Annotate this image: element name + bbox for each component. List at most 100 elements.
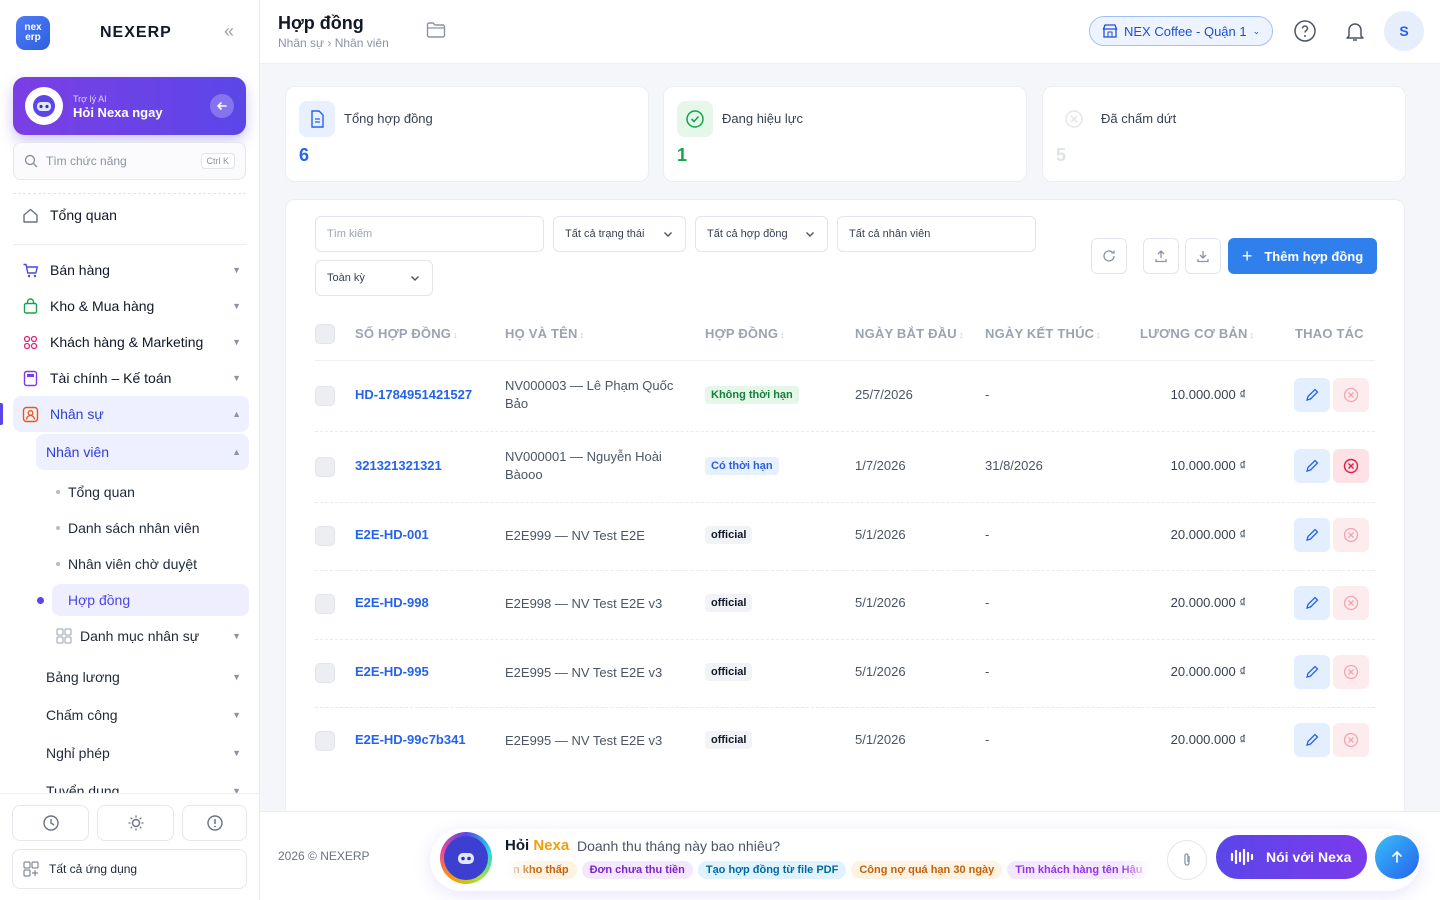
- base-salary: 20.000.000 ₫: [1170, 595, 1246, 610]
- nav-leave[interactable]: Nghỉ phép ▼: [36, 735, 249, 771]
- table-row[interactable]: 321321321321 NV000001 — Nguyễn Hoài Bàoo…: [286, 431, 1404, 502]
- pencil-icon: [1306, 733, 1319, 746]
- nav-leaf-overview[interactable]: Tổng quan: [52, 476, 249, 508]
- contract-number-link[interactable]: E2E-HD-995: [355, 664, 429, 679]
- attach-button[interactable]: [1167, 840, 1207, 880]
- bell-icon[interactable]: [1343, 19, 1367, 43]
- contract-type-badge: official: [705, 663, 753, 681]
- start-date: 5/1/2026: [855, 732, 906, 747]
- table-row[interactable]: E2E-HD-001 E2E999 — NV Test E2E official…: [286, 502, 1404, 570]
- contract-filter-value: Tất cả hợp đồng: [707, 228, 788, 240]
- nav-hr-employees[interactable]: Nhân viên ▲: [36, 434, 249, 470]
- row-checkbox[interactable]: [315, 386, 335, 406]
- edit-button[interactable]: [1294, 518, 1330, 552]
- th-end[interactable]: NGÀY KẾT THÚC ↕: [985, 326, 1101, 341]
- refresh-button[interactable]: [1091, 238, 1127, 274]
- close-circle-icon: [1343, 664, 1359, 680]
- status-filter[interactable]: Tất cả trạng thái: [553, 216, 686, 252]
- download-button[interactable]: [1185, 238, 1221, 274]
- help-icon[interactable]: [1293, 19, 1317, 43]
- nav-payroll[interactable]: Bảng lương ▼: [36, 659, 249, 695]
- suggestion-chip[interactable]: Tạo hợp đồng từ file PDF: [697, 861, 847, 879]
- all-apps-button[interactable]: Tất cả ứng dụng: [12, 849, 247, 889]
- row-checkbox[interactable]: [315, 526, 335, 546]
- delete-button[interactable]: [1333, 518, 1369, 552]
- edit-button[interactable]: [1294, 378, 1330, 412]
- edit-button[interactable]: [1294, 655, 1330, 689]
- contract-number-link[interactable]: E2E-HD-998: [355, 595, 429, 610]
- nav-finance[interactable]: Tài chính – Kế toán ▼: [13, 360, 249, 396]
- row-checkbox[interactable]: [315, 594, 335, 614]
- collapse-sidebar-icon[interactable]: «: [224, 22, 234, 40]
- th-start[interactable]: NGÀY BẮT ĐẦU ↕: [855, 326, 964, 341]
- table-row[interactable]: E2E-HD-99c7b341 E2E995 — NV Test E2E v3 …: [286, 707, 1404, 775]
- history-button[interactable]: [12, 805, 89, 841]
- ai-assistant-card[interactable]: Trợ lý AI Hỏi Nexa ngay: [13, 77, 246, 135]
- contract-number-link[interactable]: E2E-HD-99c7b341: [355, 732, 466, 747]
- nav-sales[interactable]: Bán hàng ▼: [13, 252, 249, 288]
- nav-leaf-contracts[interactable]: Hợp đồng: [52, 584, 249, 616]
- chevron-down-icon: ▼: [232, 337, 241, 347]
- breadcrumb[interactable]: Nhân sự › Nhân viên: [278, 36, 389, 50]
- contract-type-badge: official: [705, 526, 753, 544]
- table-row[interactable]: E2E-HD-998 E2E998 — NV Test E2E v3 offic…: [286, 570, 1404, 639]
- send-button[interactable]: [1375, 835, 1419, 879]
- edit-button[interactable]: [1294, 449, 1330, 483]
- alert-button[interactable]: [182, 805, 247, 841]
- upload-button[interactable]: [1143, 238, 1179, 274]
- row-checkbox[interactable]: [315, 731, 335, 751]
- th-salary[interactable]: LƯƠNG CƠ BẢN ↕: [1140, 326, 1254, 341]
- fade-right: [1120, 857, 1152, 883]
- nexa-question-input[interactable]: Doanh thu tháng này bao nhiêu?: [577, 838, 780, 854]
- contract-number-link[interactable]: E2E-HD-001: [355, 527, 429, 542]
- th-number[interactable]: SỐ HỢP ĐỒNG ↕: [355, 326, 458, 341]
- feature-search-input[interactable]: Tìm chức năng Ctrl K: [13, 142, 246, 180]
- nav-leaf-employee-list[interactable]: Danh sách nhân viên: [52, 512, 249, 544]
- add-contract-button[interactable]: + Thêm hợp đồng: [1228, 238, 1377, 274]
- row-checkbox[interactable]: [315, 663, 335, 683]
- delete-button[interactable]: [1333, 655, 1369, 689]
- employee-filter[interactable]: Tất cả nhân viên: [837, 216, 1036, 252]
- nav-attendance[interactable]: Chấm công ▼: [36, 697, 249, 733]
- arrow-left-icon[interactable]: [210, 94, 234, 118]
- bullet: [56, 562, 60, 566]
- contract-filter[interactable]: Tất cả hợp đồng: [695, 216, 828, 252]
- delete-button[interactable]: [1333, 449, 1369, 483]
- refresh-icon: [1103, 250, 1115, 262]
- folder-icon[interactable]: [426, 21, 446, 39]
- nav-leaf-pending[interactable]: Nhân viên chờ duyệt: [52, 548, 249, 580]
- stat-label: Tổng hợp đồng: [344, 111, 433, 126]
- store-selector[interactable]: NEX Coffee - Quận 1 ⌄: [1089, 16, 1274, 46]
- row-checkbox[interactable]: [315, 457, 335, 477]
- edit-button[interactable]: [1294, 586, 1330, 620]
- edit-button[interactable]: [1294, 723, 1330, 757]
- nav-customers[interactable]: Khách hàng & Marketing ▼: [13, 324, 249, 360]
- nav-hr-catalog[interactable]: Danh mục nhân sự ▼: [52, 620, 249, 652]
- chevron-down-icon: [664, 232, 672, 237]
- th-name[interactable]: HỌ VÀ TÊN ↕: [505, 326, 584, 341]
- talk-to-nexa-button[interactable]: Nói với Nexa: [1216, 835, 1367, 879]
- suggestion-chip[interactable]: Đơn chưa thu tiền: [581, 861, 693, 879]
- pencil-icon: [1306, 388, 1319, 401]
- user-avatar[interactable]: S: [1384, 11, 1424, 51]
- brand[interactable]: nex erp NEXERP: [16, 16, 171, 50]
- contract-number-link[interactable]: 321321321321: [355, 458, 442, 473]
- delete-button[interactable]: [1333, 586, 1369, 620]
- delete-button[interactable]: [1333, 378, 1369, 412]
- theme-button[interactable]: [97, 805, 174, 841]
- nav-overview[interactable]: Tổng quan: [13, 197, 249, 233]
- chevron-down-icon: ▼: [232, 301, 241, 311]
- table-row[interactable]: HD-1784951421527 NV000003 — Lê Phạm Quốc…: [286, 360, 1404, 431]
- search-input[interactable]: Tìm kiếm: [315, 216, 544, 252]
- contract-number-link[interactable]: HD-1784951421527: [355, 387, 472, 402]
- suggestion-chip[interactable]: Công nợ quá hạn 30 ngày: [851, 861, 1003, 879]
- contract-type-badge: official: [705, 731, 753, 749]
- nav-warehouse[interactable]: Kho & Mua hàng ▼: [13, 288, 249, 324]
- delete-button[interactable]: [1333, 723, 1369, 757]
- period-filter[interactable]: Toàn kỳ: [315, 260, 433, 296]
- table-row[interactable]: E2E-HD-995 E2E995 — NV Test E2E v3 offic…: [286, 639, 1404, 707]
- th-type[interactable]: HỢP ĐỒNG ↕: [705, 326, 785, 341]
- nav-hr[interactable]: Nhân sự ▲: [13, 396, 249, 432]
- chevron-down-icon: ▼: [232, 672, 241, 682]
- select-all-checkbox[interactable]: [315, 324, 335, 344]
